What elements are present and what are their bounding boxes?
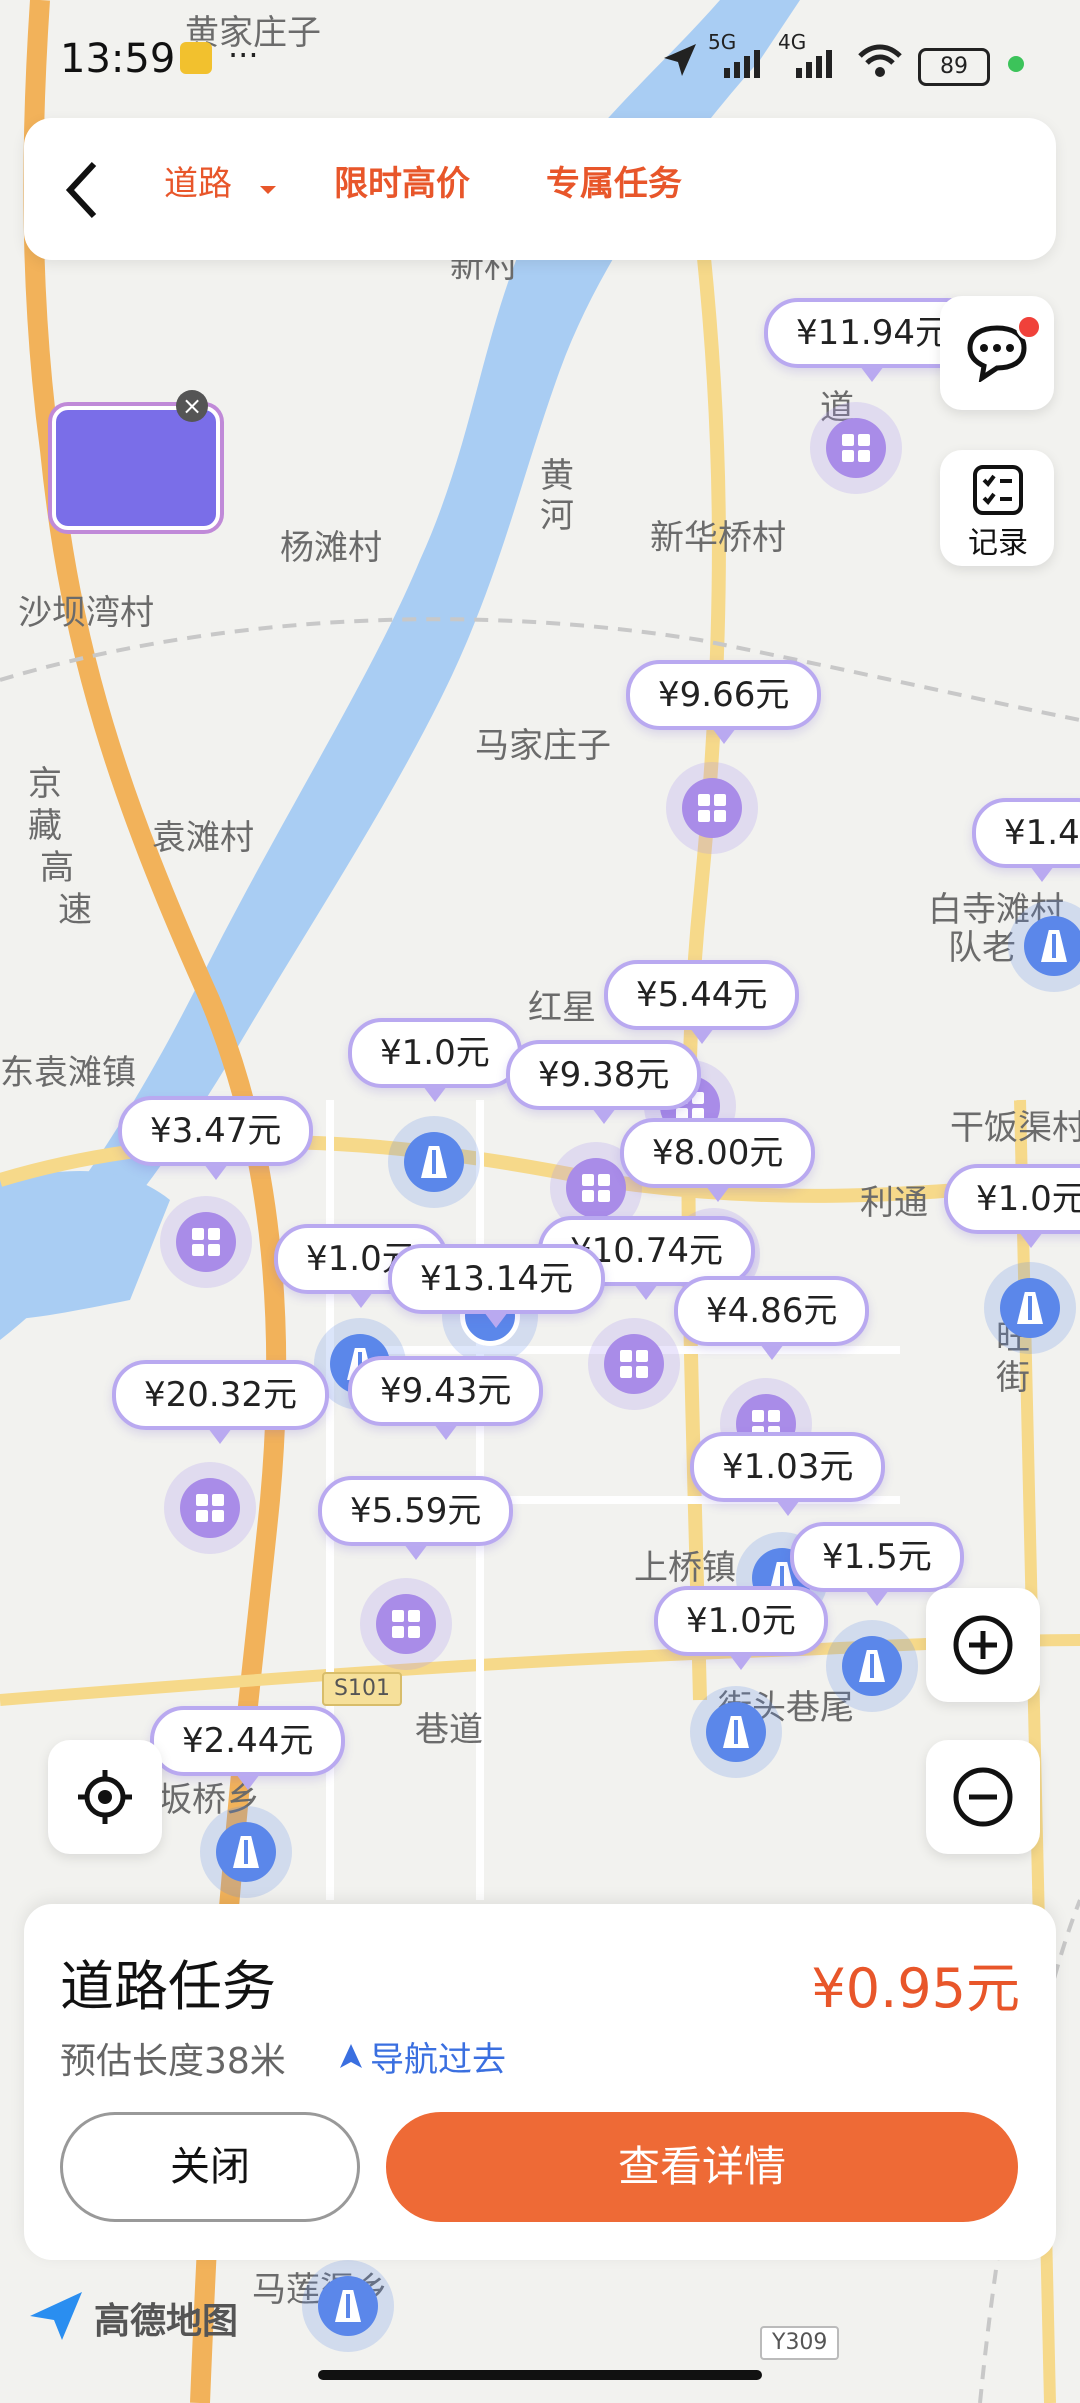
task-pin[interactable] bbox=[566, 1158, 626, 1218]
road-task-pin[interactable] bbox=[842, 1636, 902, 1696]
road-task-pin[interactable] bbox=[1024, 916, 1080, 976]
road-task-pin[interactable] bbox=[216, 1822, 276, 1882]
price-bubble[interactable]: ¥5.44元 bbox=[604, 960, 800, 1044]
navigate-link[interactable]: 导航过去 bbox=[370, 2032, 506, 2081]
wifi-icon bbox=[858, 44, 902, 77]
price-bubble[interactable]: ¥20.32元 bbox=[112, 1360, 329, 1444]
signal-icon bbox=[796, 50, 832, 78]
task-pin[interactable] bbox=[180, 1478, 240, 1538]
price-bubble[interactable]: ¥1.03元 bbox=[690, 1432, 886, 1516]
task-pin[interactable] bbox=[376, 1594, 436, 1654]
notification-icon bbox=[180, 42, 212, 74]
price-bubble[interactable]: ¥13.14元 bbox=[388, 1244, 605, 1328]
location-arrow-icon bbox=[664, 44, 696, 76]
map-label: 新华桥村 bbox=[650, 518, 786, 558]
road-task-pin[interactable] bbox=[404, 1132, 464, 1192]
task-pin[interactable] bbox=[682, 778, 742, 838]
minus-icon bbox=[953, 1767, 1013, 1827]
task-pin[interactable] bbox=[604, 1334, 664, 1394]
map-label: 干饭渠村 bbox=[950, 1108, 1080, 1148]
price-bubble[interactable]: ¥9.66元 bbox=[626, 660, 822, 744]
status-time: 13:59 bbox=[60, 36, 176, 82]
road-badge: Y309 bbox=[760, 2326, 840, 2360]
road-task-pin[interactable] bbox=[706, 1702, 766, 1762]
battery-icon: 89 bbox=[918, 48, 990, 86]
top-filter-bar: 道路 限时高价 专属任务 bbox=[24, 118, 1056, 260]
back-arrow-icon[interactable] bbox=[62, 160, 102, 220]
view-details-button[interactable]: 查看详情 bbox=[386, 2112, 1018, 2222]
task-pin[interactable] bbox=[826, 418, 886, 478]
road-badge: S101 bbox=[322, 1672, 402, 1706]
record-label: 记录 bbox=[968, 526, 1028, 561]
map-label: 街 bbox=[996, 1358, 1030, 1398]
price-bubble[interactable]: ¥4.86元 bbox=[674, 1276, 870, 1360]
crosshair-icon bbox=[78, 1770, 132, 1824]
status-dot bbox=[1008, 56, 1024, 72]
price-bubble[interactable]: ¥1.0元 bbox=[348, 1018, 522, 1102]
tab-road[interactable]: 道路 bbox=[164, 156, 232, 205]
signal-icon bbox=[724, 50, 760, 78]
close-icon[interactable]: × bbox=[176, 390, 208, 422]
close-button[interactable]: 关闭 bbox=[60, 2112, 360, 2222]
tab-exclusive-tasks[interactable]: 专属任务 bbox=[546, 156, 682, 205]
plus-icon bbox=[953, 1615, 1013, 1675]
status-bar: 13:59 ··· 5G 4G 89 bbox=[0, 30, 1080, 90]
price-bubble[interactable]: ¥8.00元 bbox=[620, 1118, 816, 1202]
task-pin[interactable] bbox=[176, 1212, 236, 1272]
locate-button[interactable] bbox=[48, 1740, 162, 1854]
zoom-in-button[interactable] bbox=[926, 1588, 1040, 1702]
dropdown-caret-icon[interactable] bbox=[258, 184, 278, 196]
promo-sticker[interactable] bbox=[52, 406, 220, 530]
map-label: 马家庄子 bbox=[475, 726, 611, 766]
map-label: 队老 bbox=[948, 928, 1016, 968]
price-bubble[interactable]: ¥1.0元 bbox=[654, 1586, 828, 1670]
road-task-pin[interactable] bbox=[318, 2276, 378, 2336]
navigate-arrow-icon[interactable] bbox=[338, 2042, 364, 2070]
price-bubble[interactable]: ¥3.47元 bbox=[118, 1096, 314, 1180]
price-bubble[interactable]: ¥2.44元 bbox=[150, 1706, 346, 1790]
road-task-pin[interactable] bbox=[1000, 1278, 1060, 1338]
task-length: 预估长度38米 bbox=[60, 2041, 286, 2082]
map-label: 杨滩村 bbox=[280, 528, 382, 568]
task-title: 道路任务 bbox=[60, 1955, 276, 2018]
map-label: 利通 bbox=[860, 1183, 928, 1223]
price-bubble[interactable]: ¥1.0元 bbox=[944, 1164, 1080, 1248]
map-label: 速 bbox=[58, 890, 92, 930]
tab-limited-high-price[interactable]: 限时高价 bbox=[334, 156, 470, 205]
map-label: 沙坝湾村 bbox=[18, 593, 154, 633]
map-label: 巷道 bbox=[415, 1710, 483, 1750]
map-label: 东袁滩镇 bbox=[0, 1053, 136, 1093]
amap-logo-icon bbox=[30, 2292, 82, 2340]
price-bubble[interactable]: ¥1.4 bbox=[972, 798, 1080, 882]
checklist-icon bbox=[973, 465, 1023, 515]
zoom-out-button[interactable] bbox=[926, 1740, 1040, 1854]
price-bubble[interactable]: ¥5.59元 bbox=[318, 1476, 514, 1560]
map-label: 袁滩村 bbox=[152, 818, 254, 858]
price-bubble[interactable]: ¥1.5元 bbox=[790, 1522, 964, 1606]
task-price: ¥0.95元 bbox=[811, 1957, 1020, 2020]
home-indicator[interactable] bbox=[318, 2370, 762, 2380]
record-button[interactable]: 记录 bbox=[940, 450, 1054, 566]
price-bubble[interactable]: ¥9.38元 bbox=[506, 1040, 702, 1124]
brand-name: 高德地图 bbox=[94, 2301, 239, 2342]
map-label: 红星 bbox=[528, 988, 596, 1028]
message-button[interactable] bbox=[940, 296, 1054, 410]
unread-dot bbox=[1016, 314, 1042, 340]
task-detail-sheet: 道路任务 ¥0.95元 预估长度38米 导航过去 关闭 查看详情 bbox=[24, 1904, 1056, 2260]
price-bubble[interactable]: ¥9.43元 bbox=[348, 1356, 544, 1440]
more-indicator: ··· bbox=[228, 36, 259, 74]
map-label: 河 bbox=[540, 496, 574, 536]
map-label: 上桥镇 bbox=[634, 1548, 736, 1588]
